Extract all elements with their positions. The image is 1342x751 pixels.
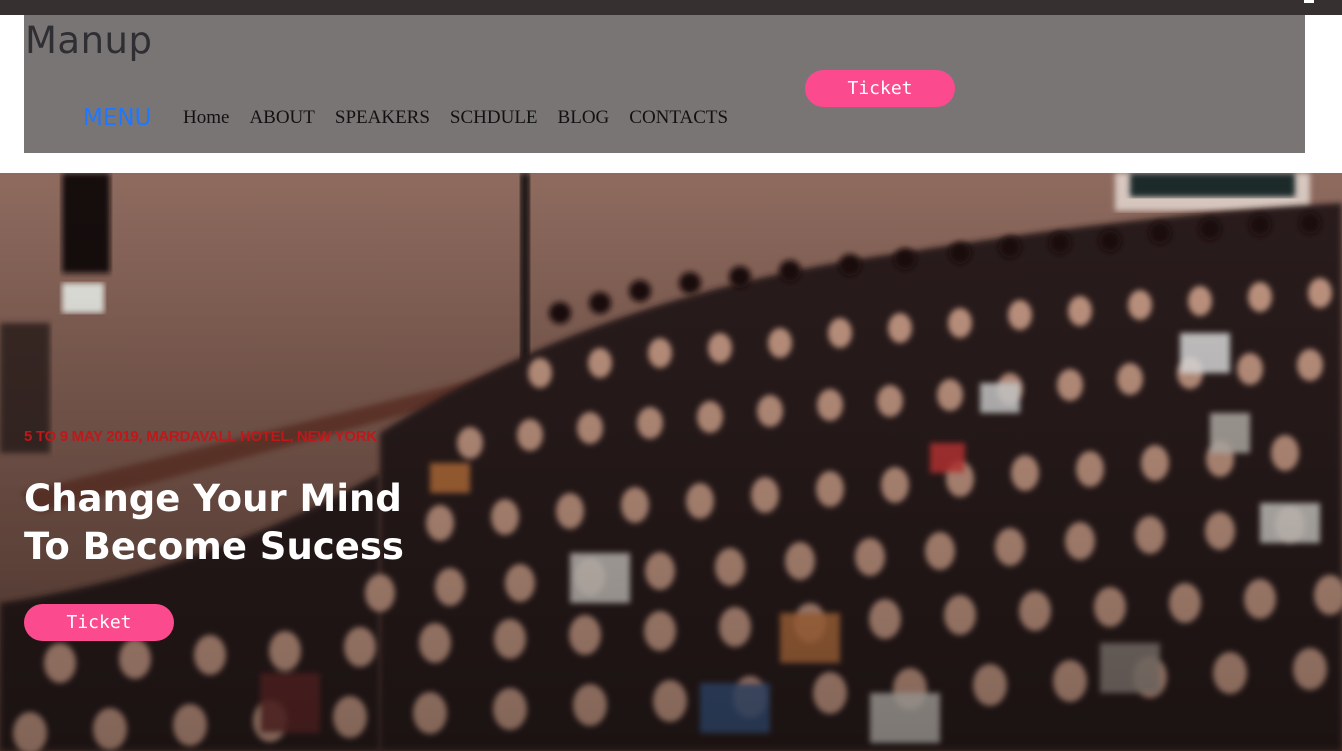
- hero-ticket-button[interactable]: Ticket: [24, 604, 174, 641]
- nav-item-about[interactable]: ABOUT: [249, 107, 314, 129]
- nav-item-home[interactable]: Home: [183, 107, 229, 129]
- hero-background-image: [0, 173, 1342, 751]
- nav-item-blog[interactable]: BLOG: [558, 107, 610, 129]
- site-logo[interactable]: Manup: [25, 19, 152, 62]
- nav-item-contacts[interactable]: CONTACTS: [629, 107, 728, 129]
- main-nav: Home ABOUT SPEAKERS SCHDULE BLOG CONTACT…: [183, 107, 748, 129]
- top-bar: [0, 0, 1342, 15]
- window-icon[interactable]: [1304, 0, 1314, 3]
- menu-label[interactable]: MENU: [83, 105, 151, 131]
- nav-item-schedule[interactable]: SCHDULE: [450, 107, 538, 129]
- hero-title-line-2: To Become Sucess: [24, 525, 404, 568]
- site-header: Manup MENU Home ABOUT SPEAKERS SCHDULE B…: [24, 15, 1305, 153]
- nav-item-speakers[interactable]: SPEAKERS: [335, 107, 430, 129]
- hero-section: 5 TO 9 MAY 2019, MARDAVALL HOTEL, NEW YO…: [0, 173, 1342, 751]
- hero-title-line-1: Change Your Mind: [24, 477, 402, 520]
- event-date-location: 5 TO 9 MAY 2019, MARDAVALL HOTEL, NEW YO…: [24, 428, 377, 445]
- header-ticket-button[interactable]: Ticket: [805, 70, 955, 107]
- hero-title: Change Your Mind To Become Sucess: [24, 475, 444, 571]
